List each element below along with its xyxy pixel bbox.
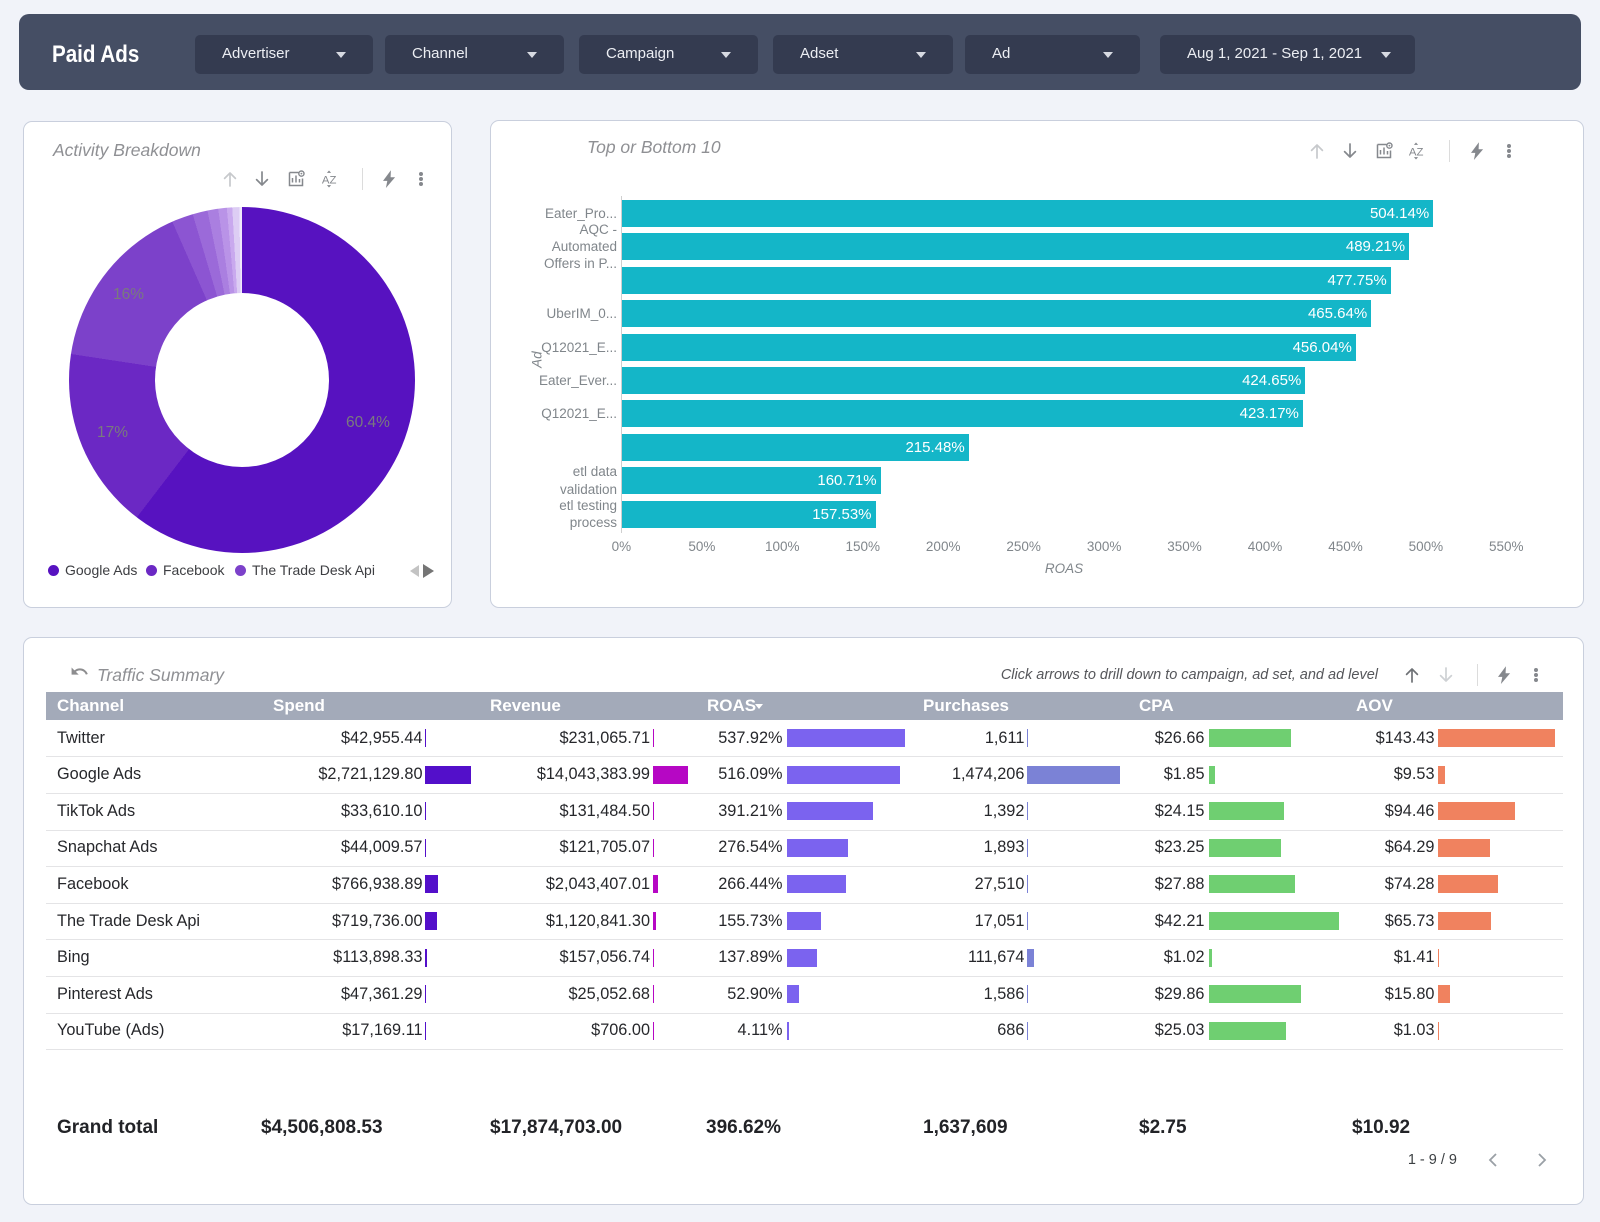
svg-text:AZ: AZ bbox=[1409, 147, 1424, 159]
svg-text:AZ: AZ bbox=[322, 175, 337, 187]
